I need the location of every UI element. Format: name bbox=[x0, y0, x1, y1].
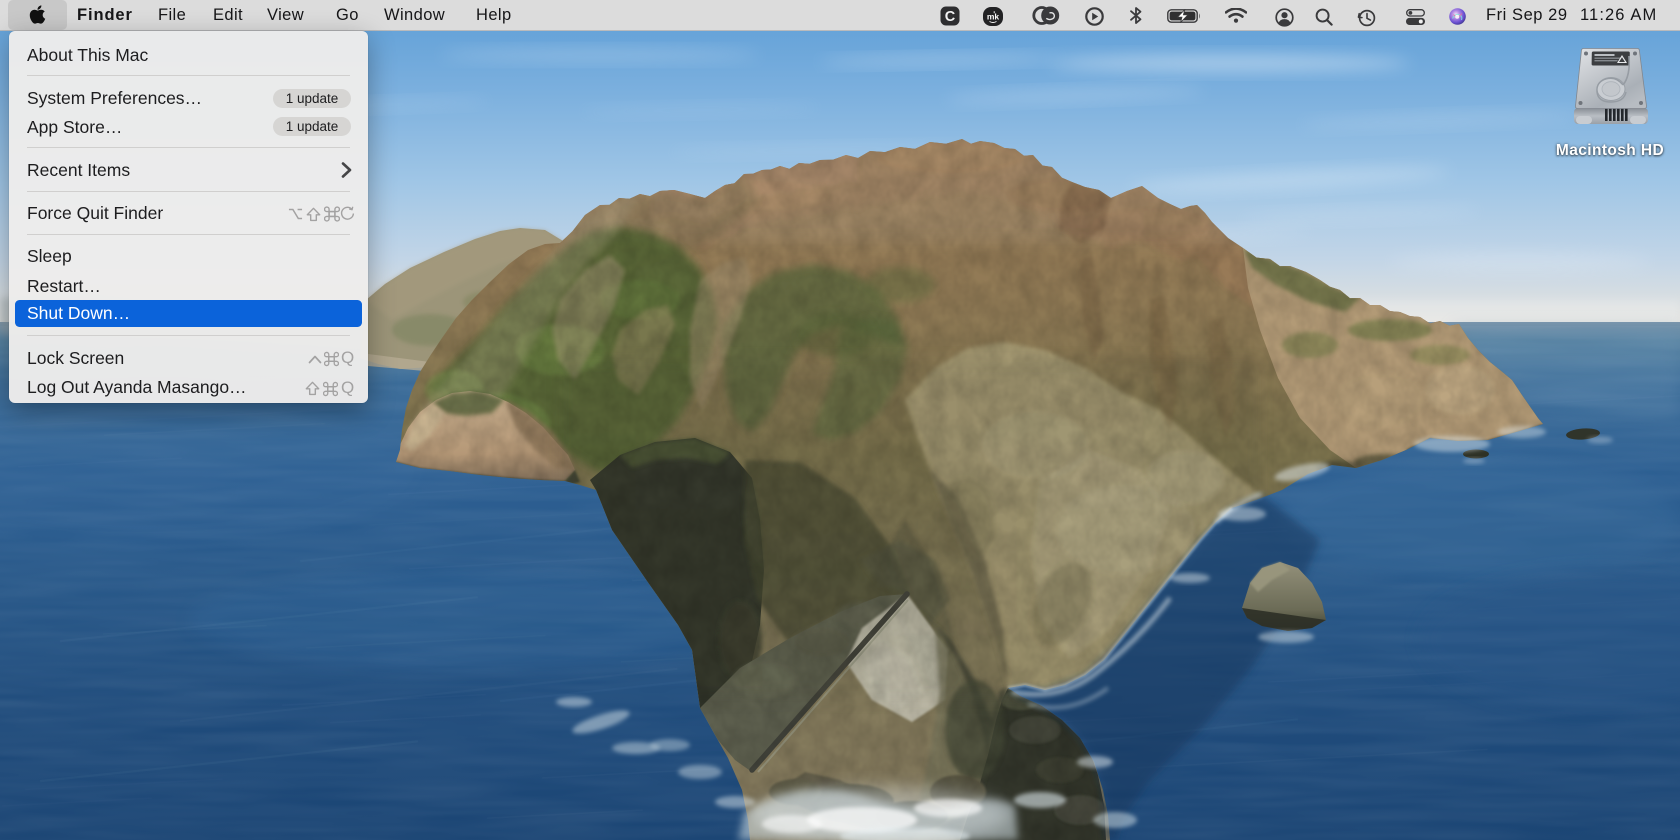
svg-text:mk: mk bbox=[987, 11, 1000, 21]
svg-text:C: C bbox=[945, 9, 956, 25]
